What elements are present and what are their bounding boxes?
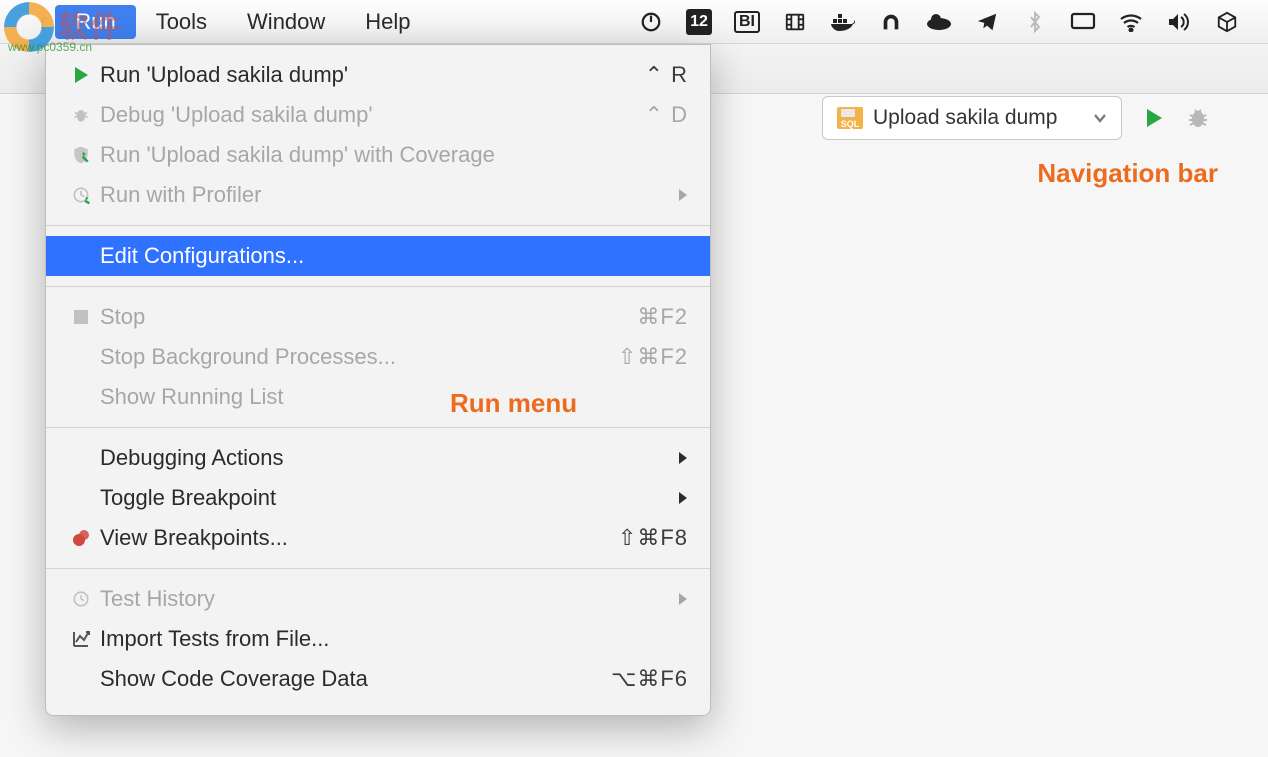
menu-help[interactable]: Help bbox=[345, 5, 430, 39]
menu-item-label: Debug 'Upload sakila dump' bbox=[98, 102, 645, 128]
menu-item-run-upload-sakila-dump-with-coverage: Run 'Upload sakila dump' with Coverage bbox=[46, 135, 710, 175]
run-menu-dropdown: Run 'Upload sakila dump'⌃ RDebug 'Upload… bbox=[45, 44, 711, 716]
tunnel-icon[interactable] bbox=[878, 9, 904, 35]
menu-item-shortcut: ⇧⌘F8 bbox=[618, 525, 688, 551]
menu-run[interactable]: Run bbox=[55, 5, 135, 39]
menu-window[interactable]: Window bbox=[227, 5, 345, 39]
submenu-arrow-icon bbox=[678, 451, 688, 465]
chevron-down-icon bbox=[1093, 113, 1107, 123]
run-config-label: Upload sakila dump bbox=[873, 106, 1057, 130]
menu-item-label: Stop bbox=[98, 304, 637, 330]
menu-item-shortcut: ⌃ R bbox=[645, 62, 688, 88]
stop-icon bbox=[64, 309, 98, 325]
menubar: r Run Tools Window Help 12 BI bbox=[0, 0, 1268, 44]
menu-item-shortcut: ⌥⌘F6 bbox=[611, 666, 688, 692]
menu-item-stop-background-processes: Stop Background Processes...⇧⌘F2 bbox=[46, 337, 710, 377]
menu-item-toggle-breakpoint[interactable]: Toggle Breakpoint bbox=[46, 478, 710, 518]
menubar-truncated-prev: r bbox=[40, 9, 47, 35]
menu-item-show-code-coverage-data[interactable]: Show Code Coverage Data⌥⌘F6 bbox=[46, 659, 710, 699]
menu-item-label: Show Running List bbox=[98, 384, 688, 410]
submenu-arrow-icon bbox=[678, 491, 688, 505]
coverage-icon bbox=[64, 145, 98, 165]
menu-item-stop: Stop⌘F2 bbox=[46, 297, 710, 337]
docker-icon[interactable] bbox=[830, 9, 856, 35]
cube-icon[interactable] bbox=[1214, 9, 1240, 35]
menu-item-label: Run with Profiler bbox=[98, 182, 678, 208]
menu-separator bbox=[46, 427, 710, 428]
menu-separator bbox=[46, 286, 710, 287]
menu-item-label: Test History bbox=[98, 586, 678, 612]
menu-item-import-tests-from-file[interactable]: Import Tests from File... bbox=[46, 619, 710, 659]
wifi-icon[interactable] bbox=[1118, 9, 1144, 35]
menu-item-shortcut: ⇧⌘F2 bbox=[618, 344, 688, 370]
menu-item-label: Toggle Breakpoint bbox=[98, 485, 678, 511]
menu-item-label: View Breakpoints... bbox=[98, 525, 618, 551]
menu-item-debugging-actions[interactable]: Debugging Actions bbox=[46, 438, 710, 478]
menu-item-shortcut: ⌃ D bbox=[645, 102, 688, 128]
bug-icon bbox=[64, 105, 98, 125]
menu-item-show-running-list: Show Running List bbox=[46, 377, 710, 417]
volume-icon[interactable] bbox=[1166, 9, 1192, 35]
menu-item-label: Edit Configurations... bbox=[98, 243, 688, 269]
calendar-day-badge[interactable]: 12 bbox=[686, 9, 712, 35]
sql-file-icon: SQL bbox=[837, 107, 863, 129]
status-tray: 12 BI bbox=[638, 9, 1268, 35]
menu-item-shortcut: ⌘F2 bbox=[637, 304, 688, 330]
menu-item-test-history: Test History bbox=[46, 579, 710, 619]
bi-badge[interactable]: BI bbox=[734, 11, 760, 33]
menu-item-debug-upload-sakila-dump: Debug 'Upload sakila dump'⌃ D bbox=[46, 95, 710, 135]
menu-item-label: Show Code Coverage Data bbox=[98, 666, 611, 692]
annotation-run-menu: Run menu bbox=[450, 388, 577, 419]
telegram-icon[interactable] bbox=[974, 9, 1000, 35]
submenu-arrow-icon bbox=[678, 592, 688, 606]
menu-item-label: Run 'Upload sakila dump' with Coverage bbox=[98, 142, 688, 168]
menu-separator bbox=[46, 225, 710, 226]
run-button[interactable] bbox=[1144, 107, 1164, 129]
menu-item-view-breakpoints[interactable]: View Breakpoints...⇧⌘F8 bbox=[46, 518, 710, 558]
menu-item-edit-configurations[interactable]: Edit Configurations... bbox=[46, 236, 710, 276]
profiler-icon bbox=[64, 185, 98, 205]
film-icon[interactable] bbox=[782, 9, 808, 35]
menu-tools[interactable]: Tools bbox=[136, 5, 227, 39]
chart-icon bbox=[64, 630, 98, 648]
annotation-nav-bar: Navigation bar bbox=[1037, 158, 1218, 189]
menu-item-label: Run 'Upload sakila dump' bbox=[98, 62, 645, 88]
menu-item-run-with-profiler: Run with Profiler bbox=[46, 175, 710, 215]
menu-item-run-upload-sakila-dump[interactable]: Run 'Upload sakila dump'⌃ R bbox=[46, 55, 710, 95]
display-icon[interactable] bbox=[1070, 9, 1096, 35]
power-icon[interactable] bbox=[638, 9, 664, 35]
navigation-bar: SQL Upload sakila dump bbox=[822, 96, 1210, 140]
bluetooth-icon[interactable] bbox=[1022, 9, 1048, 35]
breakpoint-icon bbox=[64, 529, 98, 547]
menu-separator bbox=[46, 568, 710, 569]
menu-item-label: Import Tests from File... bbox=[98, 626, 688, 652]
menu-item-label: Debugging Actions bbox=[98, 445, 678, 471]
cloud-icon[interactable] bbox=[926, 9, 952, 35]
clock-icon bbox=[64, 590, 98, 608]
run-config-dropdown[interactable]: SQL Upload sakila dump bbox=[822, 96, 1122, 140]
debug-button[interactable] bbox=[1186, 106, 1210, 130]
menu-item-label: Stop Background Processes... bbox=[98, 344, 618, 370]
play-icon bbox=[64, 66, 98, 84]
submenu-arrow-icon bbox=[678, 188, 688, 202]
